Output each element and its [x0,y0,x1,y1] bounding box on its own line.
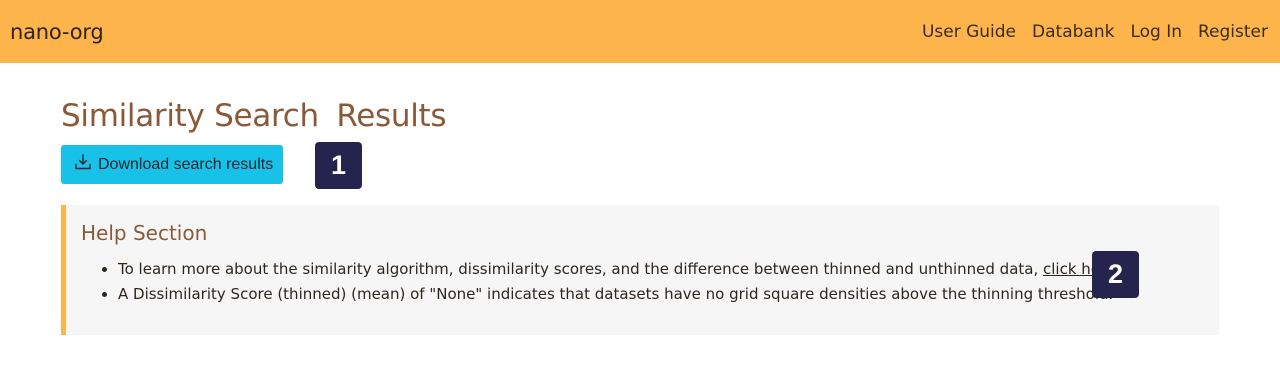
page-title: Similarity Search Results [61,98,447,134]
help-item1-text: To learn more about the similarity algor… [118,260,1044,278]
help-list: To learn more about the similarity algor… [118,257,1120,307]
help-item-dissimilarity-none: A Dissimilarity Score (thinned) (mean) o… [118,282,1120,307]
nav-link-user-guide[interactable]: User Guide [922,22,1016,42]
brand-logo[interactable]: nano-org [10,20,104,44]
annotation-marker-1: 1 [315,142,362,189]
nav-link-register[interactable]: Register [1198,22,1268,42]
help-item-similarity-info: To learn more about the similarity algor… [118,257,1120,282]
nav-link-log-in[interactable]: Log In [1130,22,1182,42]
nav-links: User Guide Databank Log In Register [922,22,1268,42]
annotation-marker-2: 2 [1092,251,1139,298]
download-button-label: Download search results [98,155,274,173]
download-icon [74,153,92,176]
page-title-part2: Results [336,98,447,134]
help-section-title: Help Section [81,221,208,245]
help-section: Help Section To learn more about the sim… [61,205,1219,335]
navbar: nano-org User Guide Databank Log In Regi… [0,0,1280,63]
page-title-part1: Similarity Search [61,98,319,134]
download-results-button[interactable]: Download search results [61,145,283,184]
nav-link-databank[interactable]: Databank [1032,22,1114,42]
